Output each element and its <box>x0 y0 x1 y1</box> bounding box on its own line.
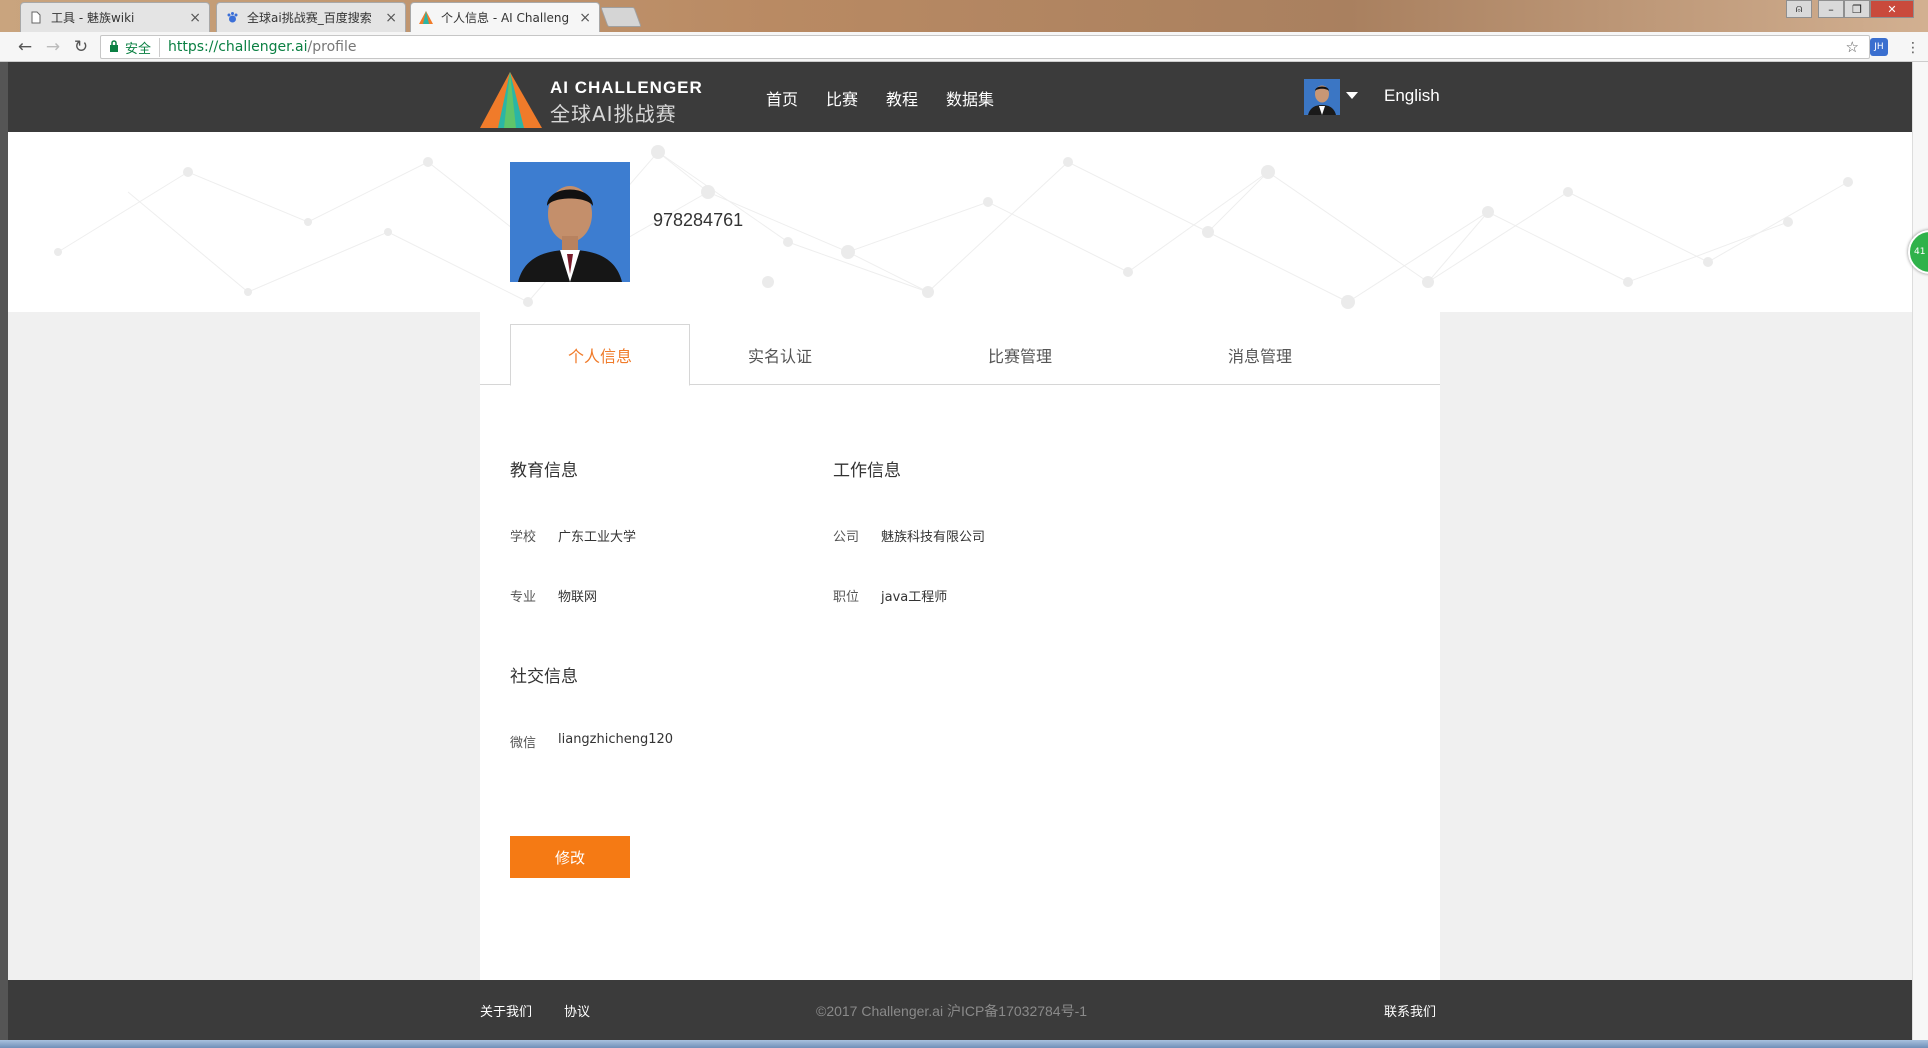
profile-banner: 978284761 <box>8 132 1912 312</box>
user-avatar-large <box>510 162 630 282</box>
left-edge <box>0 62 8 1048</box>
close-icon[interactable]: × <box>189 10 201 26</box>
window-controls: ⍝ – ❐ ✕ <box>1786 0 1914 18</box>
profile-card: 个人信息 实名认证 比赛管理 消息管理 教育信息 学校 广东工业大学 专业 物联… <box>480 312 1440 980</box>
footer-agreement-link[interactable]: 协议 <box>564 1001 590 1020</box>
baidu-paw-icon <box>225 11 239 25</box>
scrollbar[interactable] <box>1912 62 1928 1048</box>
url-path: /profile <box>307 39 357 55</box>
main-nav: 首页 比赛 教程 数据集 <box>766 86 994 110</box>
browser-tab-baidu[interactable]: 全球ai挑战赛_百度搜索 × <box>216 2 406 32</box>
position-value: java工程师 <box>881 590 948 605</box>
site-footer: 关于我们 协议 ©2017 Challenger.ai 沪ICP备1703278… <box>8 980 1912 1040</box>
major-label: 专业 <box>510 590 537 605</box>
tab-message-management[interactable]: 消息管理 <box>1170 324 1350 385</box>
major-field: 专业 物联网 <box>510 586 597 605</box>
browser-tab-title: 个人信息 - AI Challeng <box>441 11 570 25</box>
nav-competitions[interactable]: 比赛 <box>826 86 858 110</box>
nav-home[interactable]: 首页 <box>766 86 798 110</box>
school-value: 广东工业大学 <box>558 530 637 545</box>
company-value: 魅族科技有限公司 <box>881 530 986 545</box>
work-section-title: 工作信息 <box>833 461 901 481</box>
social-section-title: 社交信息 <box>510 667 578 687</box>
company-label: 公司 <box>833 530 860 545</box>
minimize-icon[interactable]: – <box>1818 0 1844 18</box>
browser-tab-profile[interactable]: 个人信息 - AI Challeng × <box>410 2 600 32</box>
logo-text-en: AI CHALLENGER <box>550 78 703 97</box>
education-section-title: 教育信息 <box>510 461 578 481</box>
nav-datasets[interactable]: 数据集 <box>946 86 994 110</box>
position-label: 职位 <box>833 590 860 605</box>
school-label: 学校 <box>510 530 537 545</box>
ai-challenger-logo-icon <box>480 72 542 128</box>
site-logo[interactable]: AI CHALLENGER 全球AI挑战赛 <box>480 72 710 128</box>
major-value: 物联网 <box>558 590 598 605</box>
bookmark-star-icon[interactable]: ☆ <box>1846 38 1859 56</box>
site-header: AI CHALLENGER 全球AI挑战赛 首页 比赛 教程 数据集 Engli… <box>8 62 1912 132</box>
address-bar-row: ← → ↻ 安全 https://challenger.ai /profile … <box>0 32 1928 62</box>
chevron-down-icon[interactable] <box>1346 92 1358 99</box>
extension-icon[interactable]: JH <box>1870 38 1888 56</box>
browser-tab-bar: 工具 - 魅族wiki × 全球ai挑战赛_百度搜索 × 个人信息 - AI C… <box>0 0 1928 32</box>
new-tab-button[interactable] <box>600 7 642 27</box>
logo-text-cn: 全球AI挑战赛 <box>550 102 677 126</box>
company-field: 公司 魅族科技有限公司 <box>833 526 985 545</box>
browser-tab-wiki[interactable]: 工具 - 魅族wiki × <box>20 2 210 32</box>
network-pattern-background <box>54 145 1853 309</box>
close-icon[interactable]: × <box>579 10 591 26</box>
language-switch[interactable]: English <box>1384 86 1440 106</box>
user-icon[interactable]: ⍝ <box>1786 0 1812 18</box>
forward-arrow-icon[interactable]: → <box>42 36 64 58</box>
browser-tab-title: 工具 - 魅族wiki <box>51 11 135 25</box>
wechat-value: liangzhicheng120 <box>558 732 674 747</box>
footer-contact-link[interactable]: 联系我们 <box>1384 1001 1436 1020</box>
tab-real-name-verification[interactable]: 实名认证 <box>690 324 870 385</box>
window-close-icon[interactable]: ✕ <box>1870 0 1914 18</box>
school-field: 学校 广东工业大学 <box>510 526 636 545</box>
position-field: 职位 java工程师 <box>833 586 947 605</box>
browser-menu-icon[interactable]: ⋮ <box>1906 40 1920 56</box>
lock-icon <box>109 39 119 55</box>
os-taskbar <box>0 1040 1928 1048</box>
nav-tutorials[interactable]: 教程 <box>886 86 918 110</box>
document-icon <box>29 11 43 25</box>
footer-copyright: ©2017 Challenger.ai 沪ICP备17032784号-1 <box>816 1003 1088 1019</box>
back-arrow-icon[interactable]: ← <box>14 36 36 58</box>
tab-competition-management[interactable]: 比赛管理 <box>930 324 1110 385</box>
reload-icon[interactable]: ↻ <box>70 36 92 58</box>
edit-button[interactable]: 修改 <box>510 836 630 878</box>
url-input[interactable]: 安全 https://challenger.ai /profile ☆ <box>100 35 1870 59</box>
browser-tab-title: 全球ai挑战赛_百度搜索 <box>247 11 372 25</box>
user-id: 978284761 <box>653 210 744 230</box>
wechat-field: 微信 liangzhicheng120 <box>510 732 673 751</box>
tab-personal-info[interactable]: 个人信息 <box>510 324 690 386</box>
footer-about-link[interactable]: 关于我们 <box>480 1001 532 1020</box>
secure-label: 安全 <box>125 37 161 57</box>
user-avatar-small[interactable] <box>1304 79 1340 115</box>
ai-challenger-logo-icon <box>419 11 433 25</box>
url-host: https://challenger.ai <box>168 39 308 55</box>
restore-icon[interactable]: ❐ <box>1844 0 1870 18</box>
profile-tabs: 个人信息 实名认证 比赛管理 消息管理 <box>480 324 1440 386</box>
close-icon[interactable]: × <box>385 10 397 26</box>
wechat-label: 微信 <box>510 736 537 751</box>
